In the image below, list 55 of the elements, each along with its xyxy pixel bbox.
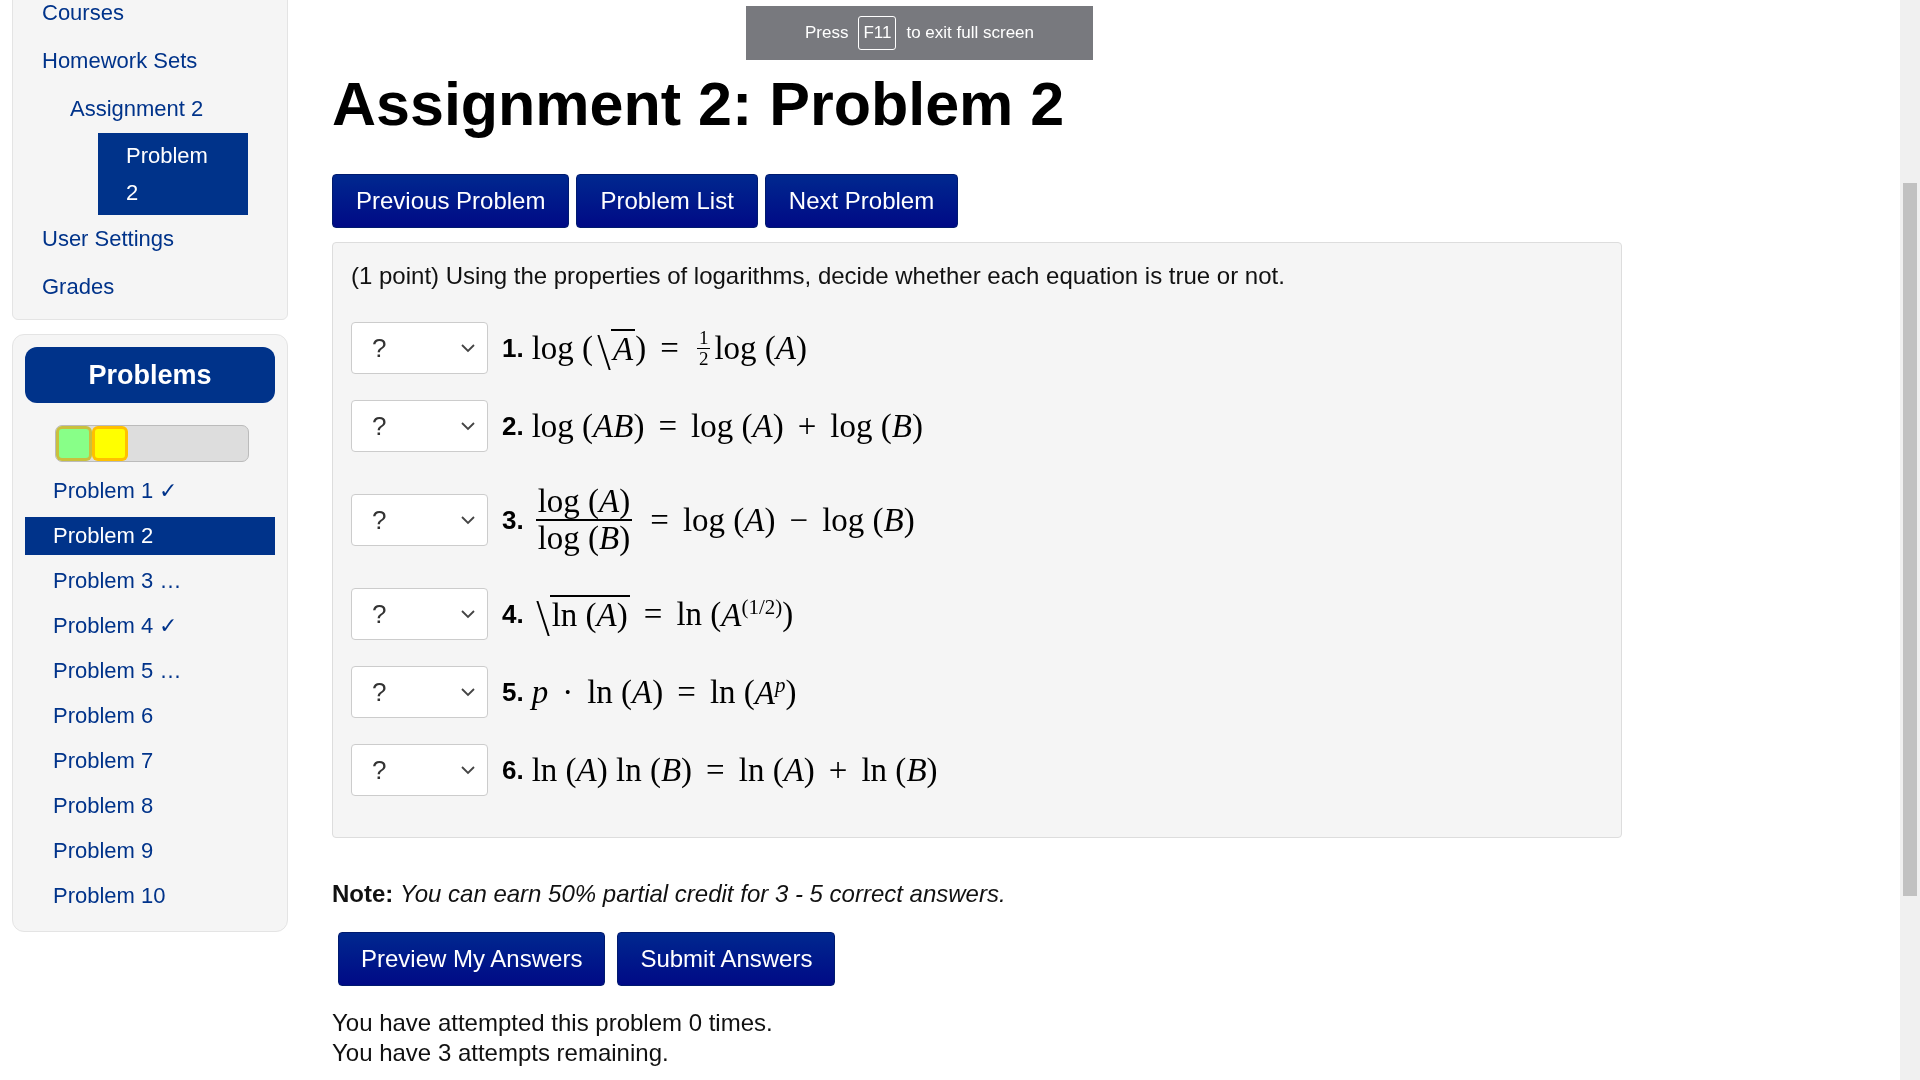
chevron-down-icon (461, 765, 475, 775)
problem-link[interactable]: Problem 10 (25, 877, 275, 915)
problem-link[interactable]: Problem 9 (25, 832, 275, 870)
nav-button[interactable]: Problem List (576, 174, 758, 228)
nav-button[interactable]: Previous Problem (332, 174, 570, 228)
problem-link[interactable]: Problem 2 (25, 517, 275, 555)
math-equation: p · ln (A) = ln (A$^{p}$) (531, 672, 797, 712)
answer-dropdown[interactable]: ? (351, 400, 488, 452)
item-number: 3. (502, 504, 524, 536)
sidebar-link[interactable]: Courses (42, 0, 124, 37)
attempts-text: You have 3 attempts remaining. (332, 1038, 670, 1068)
problem-link[interactable]: Problem 8 (25, 787, 275, 825)
attempts-text: You have attempted this problem 0 times. (332, 1008, 774, 1038)
submit-button[interactable]: Submit Answers (617, 932, 836, 986)
page-title: Assignment 2: Problem 2 (332, 69, 1065, 140)
chevron-down-icon (461, 515, 475, 525)
math-equation: log (AB) = log (A) + log (B) (531, 407, 923, 445)
problem-link[interactable]: Problem 4 ✓ (25, 607, 275, 645)
item-number: 1. (502, 332, 524, 364)
answer-dropdown[interactable]: ? (351, 322, 488, 374)
answer-dropdown[interactable]: ? (351, 744, 488, 796)
answer-dropdown[interactable]: ? (351, 588, 488, 640)
problem-prompt: (1 point) Using the properties of logarithms, decide whether each equation is true or not. (351, 261, 1286, 291)
nav-button[interactable]: Next Problem (764, 174, 959, 228)
item-number: 5. (502, 676, 524, 708)
sidebar-link[interactable]: Homework Sets (42, 37, 198, 85)
toast-text: Press (804, 23, 849, 43)
item-number: 2. (502, 410, 524, 442)
chevron-down-icon (461, 343, 475, 353)
problems-header-button[interactable]: Problems (25, 347, 275, 403)
chevron-down-icon (461, 421, 475, 431)
problem-link[interactable]: Problem 3 … (25, 562, 275, 600)
sidebar-link[interactable]: Assignment 2 (70, 85, 204, 133)
toast-text: to exit full screen (906, 23, 1035, 43)
key-label: F11 (858, 16, 897, 50)
sidebar-link[interactable]: Problem 2 (98, 133, 248, 215)
answer-dropdown[interactable]: ? (351, 666, 488, 718)
scrollbar[interactable] (1900, 0, 1920, 1080)
answer-dropdown[interactable]: ? (351, 494, 488, 546)
scrollbar-thumb[interactable] (1903, 183, 1917, 896)
math-equation: log (A) log (B) = log (A) − log (B) (534, 484, 915, 556)
item-number: 6. (502, 754, 524, 786)
chevron-down-icon (461, 609, 475, 619)
note-text: Note: You can earn 50% partial credit for 3 - 5 correct answers. (332, 880, 1007, 908)
problem-link[interactable]: Problem 7 (25, 742, 275, 780)
sidebar-link[interactable]: Grades (42, 263, 115, 311)
sidebar-link[interactable]: User Settings (42, 215, 175, 263)
problem-link[interactable]: Problem 6 (25, 697, 275, 735)
math-equation: ln (A) = ln (A$^{(1/2)}$) (531, 594, 794, 634)
item-number: 4. (502, 598, 524, 630)
problem-link[interactable]: Problem 5 … (25, 652, 275, 690)
submit-button[interactable]: Preview My Answers (338, 932, 606, 986)
math-equation: ln (A) ln (B) = ln (A) + ln (B) (531, 751, 938, 789)
chevron-down-icon (461, 687, 475, 697)
problem-link[interactable]: Problem 1 ✓ (25, 472, 275, 510)
